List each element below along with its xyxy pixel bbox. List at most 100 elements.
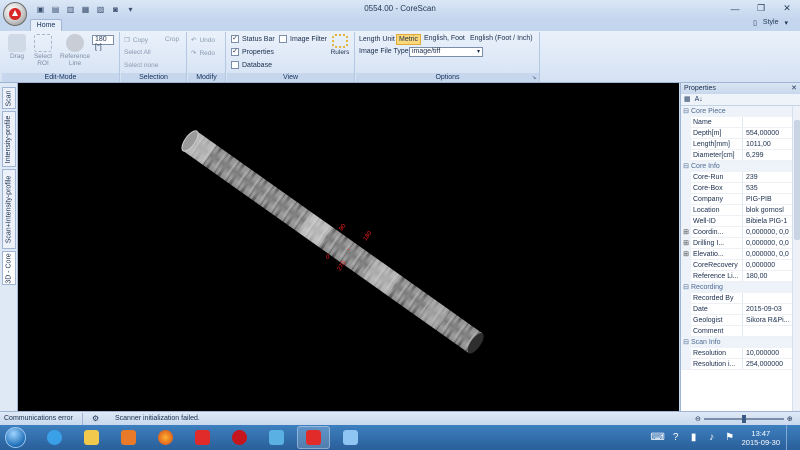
property-row[interactable]: Comment: [681, 326, 800, 337]
close-icon[interactable]: ✕: [791, 83, 797, 94]
property-row[interactable]: Name: [681, 117, 800, 128]
collapse-icon[interactable]: ⊟: [681, 282, 691, 293]
property-row[interactable]: Core-Box 535: [681, 183, 800, 194]
taskbar-file-explorer[interactable]: [75, 426, 108, 449]
maximize-button[interactable]: ❐: [752, 2, 770, 15]
property-category[interactable]: ⊟ Recording: [681, 282, 800, 293]
taskbar-network[interactable]: [260, 426, 293, 449]
property-row[interactable]: ⊞ Drilling I... 0,000000, 0,0: [681, 238, 800, 249]
expand-icon[interactable]: ⊞: [681, 249, 691, 259]
expand-icon[interactable]: ⊞: [681, 238, 691, 248]
properties-checkbox[interactable]: ✓ Properties: [231, 48, 274, 56]
property-category[interactable]: ⊟ Core Piece: [681, 106, 800, 117]
zoom-in-icon[interactable]: ⊕: [787, 415, 793, 423]
taskbar-media-player[interactable]: [112, 426, 145, 449]
start-button[interactable]: [2, 425, 28, 450]
image-file-type-select[interactable]: image/tiff ▾: [409, 47, 483, 57]
taskbar-corescan-2[interactable]: [186, 426, 219, 449]
undo-button[interactable]: ↶ Undo: [191, 36, 215, 45]
unit-english-foot-inch-button[interactable]: English (Foot / Inch): [468, 34, 535, 43]
scrollbar-thumb[interactable]: [794, 120, 800, 240]
tab-3d-core[interactable]: 3D - Core: [2, 251, 16, 285]
reference-line-button[interactable]: Reference Line: [58, 34, 92, 67]
tab-scan-intensity-profile[interactable]: Scan+Intensity-profile: [2, 169, 16, 249]
minimize-button[interactable]: —: [726, 2, 744, 15]
select-all-button[interactable]: Select All: [124, 49, 151, 56]
zoom-track[interactable]: [703, 415, 784, 423]
drag-icon: [8, 34, 26, 52]
angle-spinner[interactable]: 180 [°]: [92, 35, 114, 51]
status-comm-error: Communications error: [4, 415, 73, 422]
property-row[interactable]: Well-ID Bibiela PIG-1: [681, 216, 800, 227]
sort-alpha-icon[interactable]: A↓: [695, 94, 703, 105]
property-row[interactable]: CoreRecovery 0,000000: [681, 260, 800, 271]
taskbar-paint[interactable]: [334, 426, 367, 449]
undo-label: Undo: [199, 36, 215, 44]
property-row[interactable]: Resolution 10,000000: [681, 348, 800, 359]
categorized-icon[interactable]: ▦: [684, 94, 691, 105]
show-desktop-button[interactable]: [786, 425, 794, 450]
tab-home[interactable]: Home: [30, 19, 62, 31]
properties-scrollbar[interactable]: [792, 106, 800, 411]
tab-scan[interactable]: Scan: [2, 87, 16, 109]
property-row[interactable]: Date 2015-09-03: [681, 304, 800, 315]
select-none-button[interactable]: Select none: [124, 62, 158, 69]
property-row[interactable]: Recorded By: [681, 293, 800, 304]
length-unit-label: Length Unit: [359, 36, 395, 43]
unit-english-foot-button[interactable]: English, Foot: [422, 34, 467, 43]
help-icon[interactable]: ▯: [753, 19, 757, 27]
taskbar-corescan-active[interactable]: [297, 426, 330, 449]
property-row[interactable]: ⊞ Elevatio... 0,000000, 0,0: [681, 249, 800, 260]
taskbar-pdf[interactable]: [223, 426, 256, 449]
select-roi-icon: [34, 34, 52, 52]
property-category[interactable]: ⊟ Scan Info: [681, 337, 800, 348]
property-row[interactable]: Core-Run 239: [681, 172, 800, 183]
3d-core-viewport[interactable]: 90 180 0 270: [18, 83, 679, 411]
style-menu-label[interactable]: Style: [763, 19, 779, 27]
unit-metric-button[interactable]: Metric: [396, 34, 422, 45]
property-row[interactable]: Company PIG-PIB: [681, 194, 800, 205]
zoom-knob[interactable]: [741, 415, 746, 423]
expand-icon[interactable]: ⊞: [681, 227, 691, 237]
crop-button[interactable]: Crop: [165, 36, 179, 43]
taskbar-internet-explorer[interactable]: [38, 426, 71, 449]
keyboard-icon[interactable]: ⌨: [650, 432, 664, 444]
status-bar-checkbox[interactable]: ✓ Status Bar: [231, 35, 275, 43]
property-row[interactable]: Reference Li... 180,00: [681, 271, 800, 282]
copy-button[interactable]: ❐ Copy: [124, 36, 148, 45]
database-checkbox[interactable]: Database: [231, 61, 272, 69]
drag-button[interactable]: Drag: [4, 34, 30, 60]
clock[interactable]: 13:47 2015-09-30: [742, 429, 780, 447]
collapse-icon[interactable]: ⊟: [681, 161, 691, 172]
options-launcher-icon[interactable]: ↘: [532, 75, 538, 81]
close-button[interactable]: ✕: [778, 2, 796, 15]
property-row[interactable]: Location blok gornosl: [681, 205, 800, 216]
zoom-out-icon[interactable]: ⊖: [695, 415, 701, 423]
property-row[interactable]: Geologist Sikora R&Pi...: [681, 315, 800, 326]
redo-button[interactable]: ↷ Redo: [191, 49, 215, 58]
collapse-icon[interactable]: ⊟: [681, 106, 691, 117]
paint-icon: [343, 430, 358, 445]
undo-icon: ↶: [191, 37, 197, 44]
app-menu-button[interactable]: [3, 2, 27, 26]
select-roi-button[interactable]: Select ROI: [30, 34, 56, 67]
rulers-button[interactable]: Rulers: [327, 34, 353, 56]
property-category[interactable]: ⊟ Core Info: [681, 161, 800, 172]
property-key: Resolution i...: [691, 359, 743, 369]
property-row[interactable]: Depth[m] 554,00000: [681, 128, 800, 139]
taskbar-firefox[interactable]: [149, 426, 182, 449]
rulers-label: Rulers: [330, 49, 350, 56]
image-filter-checkbox[interactable]: Image Filter: [279, 35, 327, 43]
zoom-slider[interactable]: ⊖ ⊕: [695, 415, 793, 423]
flag-icon[interactable]: ⚑: [724, 432, 736, 444]
property-row[interactable]: Length[mm] 1011,00: [681, 139, 800, 150]
network-tray-icon[interactable]: ▮: [688, 432, 700, 444]
property-row[interactable]: Diameter[cm] 6,299: [681, 150, 800, 161]
property-row[interactable]: ⊞ Coordin... 0,000000, 0,0: [681, 227, 800, 238]
style-menu[interactable]: ▯ Style ▾: [753, 19, 788, 27]
help-icon[interactable]: ?: [670, 432, 682, 444]
tab-intensity-profile[interactable]: Intensity-profile: [2, 111, 16, 167]
property-row[interactable]: Resolution i... 254,000000: [681, 359, 800, 370]
collapse-icon[interactable]: ⊟: [681, 337, 691, 348]
volume-icon[interactable]: ♪: [706, 432, 718, 444]
